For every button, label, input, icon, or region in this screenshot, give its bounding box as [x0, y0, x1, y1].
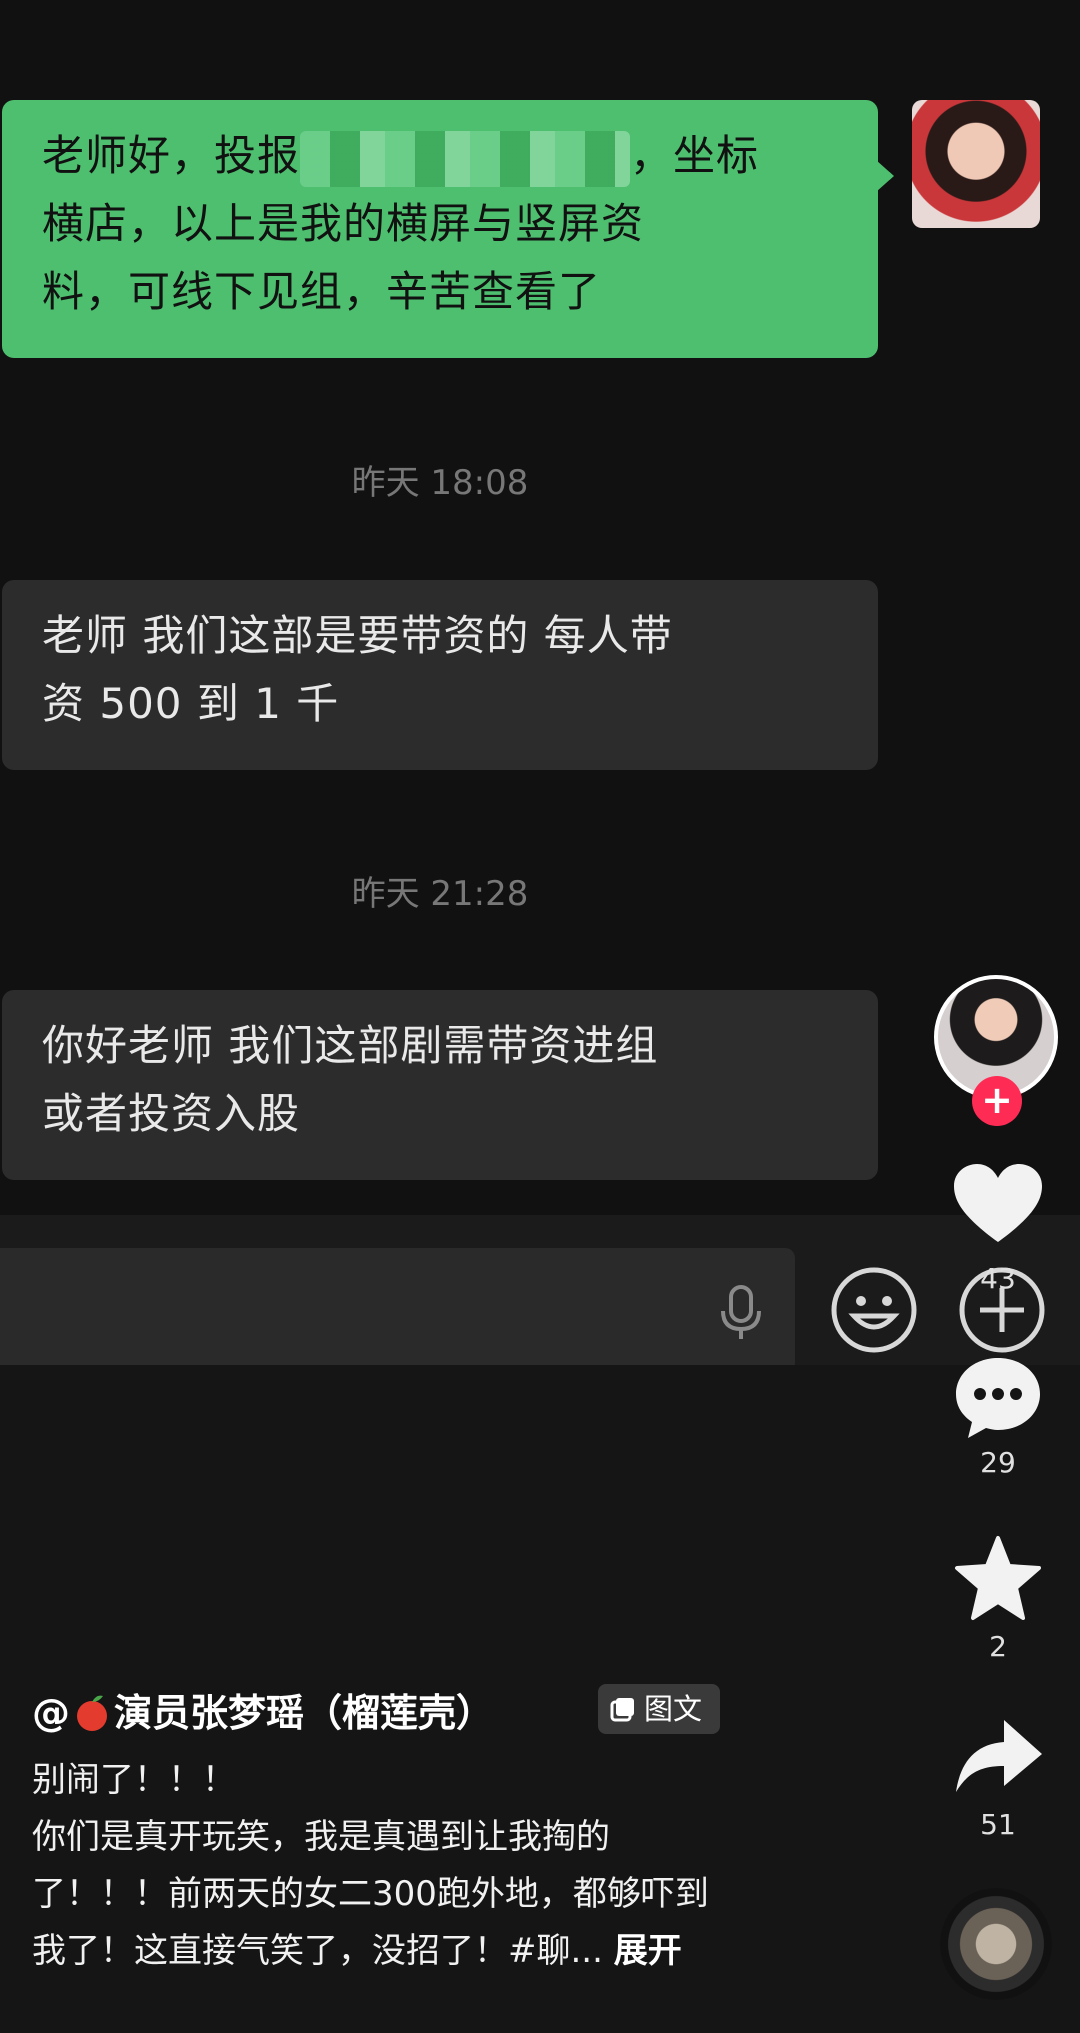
- share-count: 51: [980, 1808, 1016, 1841]
- favorite-count: 2: [989, 1630, 1007, 1663]
- at-sign: @: [32, 1691, 70, 1735]
- sender-avatar: [912, 100, 1040, 228]
- message-text: 老师 我们这部是要带资的 每人带: [42, 611, 673, 660]
- message-text: 料，可线下见组，辛苦查看了: [42, 267, 602, 316]
- share-arrow-icon[interactable]: [952, 1714, 1044, 1806]
- caption-line: 我了！这直接气笑了，没招了！#聊...: [32, 1931, 603, 1971]
- chat-input-field: [0, 1248, 795, 1373]
- received-message-bubble: 老师 我们这部是要带资的 每人带 资 500 到 1 千: [2, 580, 878, 770]
- timestamp: 昨天 18:08: [351, 463, 529, 503]
- like-count: 43: [980, 1262, 1016, 1295]
- comment-icon[interactable]: [952, 1352, 1044, 1444]
- timestamp: 昨天 21:28: [351, 874, 529, 914]
- message-text: 横店，以上是我的横屏与竖屏资: [42, 199, 645, 248]
- comment-count: 29: [980, 1446, 1016, 1479]
- expand-button[interactable]: 展开: [614, 1931, 682, 1971]
- caption-line: 别闹了！！！: [32, 1760, 236, 1800]
- bubble-tail: [876, 160, 894, 192]
- message-text: 坐标: [673, 131, 760, 180]
- badge-label: 图文: [644, 1692, 703, 1726]
- doc-icon: [610, 1698, 634, 1722]
- message-text: 资 500 到 1 千: [42, 679, 340, 728]
- message-text: 你好老师 我们这部剧需带资进组: [42, 1021, 659, 1070]
- microphone-icon: [721, 1285, 761, 1339]
- sent-message-bubble: 老师好，投报 ，坐标 横店，以上是我的横屏与竖屏资 料，可线下见组，辛苦查看了: [2, 100, 894, 358]
- caption-line: 了！！！前两天的女二300跑外地，都够吓到: [32, 1874, 709, 1914]
- caption-line: 你们是真开玩笑，我是真遇到让我掏的: [32, 1817, 610, 1857]
- favorite-star-icon[interactable]: [952, 1534, 1044, 1626]
- blurred-text: [300, 130, 631, 187]
- received-message-bubble: 你好老师 我们这部剧需带资进组 或者投资入股: [2, 990, 878, 1180]
- author-name[interactable]: @ 演员张梦瑶（榴莲壳）: [32, 1682, 494, 1737]
- music-disc-avatar[interactable]: [940, 1888, 1052, 2000]
- author-name-text: 演员张梦瑶（榴莲壳）: [114, 1691, 495, 1735]
- follow-button[interactable]: +: [972, 1076, 1022, 1126]
- apple-emoji-icon: [77, 1695, 107, 1731]
- like-heart-icon[interactable]: [952, 1160, 1044, 1252]
- message-text: 老师好，投报: [42, 131, 301, 180]
- image-text-badge: 图文: [598, 1684, 720, 1734]
- message-text: 或者投资入股: [42, 1089, 301, 1138]
- post-caption[interactable]: 别闹了！！！ 你们是真开玩笑，我是真遇到让我掏的 了！！！前两天的女二300跑外…: [32, 1752, 832, 1980]
- emoji-icon: [831, 1267, 917, 1353]
